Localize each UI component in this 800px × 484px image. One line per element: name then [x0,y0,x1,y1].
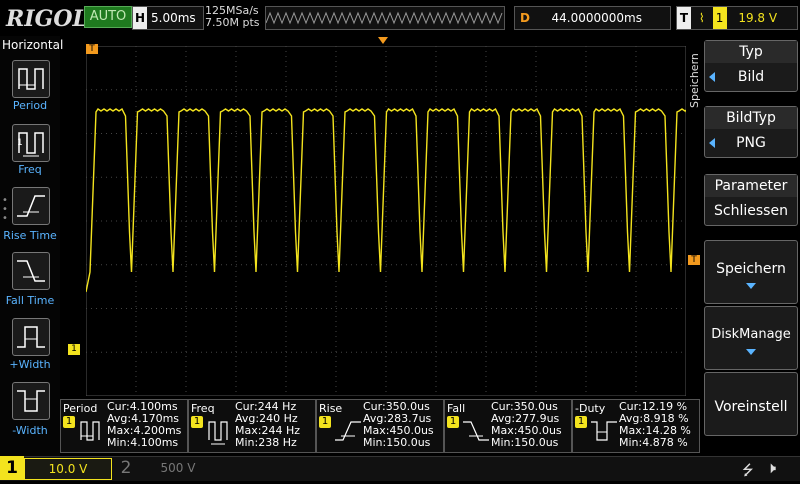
menu-side-label: Speichern [688,53,701,109]
delay-box[interactable]: D 44.0000000ms [514,6,671,30]
menu-page-dots: • • • [2,195,8,224]
delay-value: 44.0000000ms [551,11,642,25]
fall-time-button[interactable] [12,252,50,290]
svg-text:1: 1 [17,138,23,148]
trigger-box[interactable]: T ⌇ 1 19.8 V [676,6,798,30]
pos-width-icon [17,326,45,348]
speichern-label: Speichern [716,261,786,277]
diskmanage-softkey[interactable]: DiskManage [704,306,798,370]
ch1-ground-marker[interactable]: 1 [68,344,80,355]
period-icon [18,68,44,90]
acquisition-info: 125MSa/s 7.50M pts [205,5,260,29]
rise-time-icon [335,421,361,441]
bildtyp-value: PNG [736,135,766,151]
bildtyp-softkey[interactable]: BildTyp PNG [704,106,798,158]
period-label: Period [12,99,48,112]
memory-overview[interactable] [265,6,505,30]
rise-time-icon [17,195,45,217]
measurement-neg-duty[interactable]: -Duty 1 Cur:12.19 % Avg:8.918 % Max:14.28 … [572,399,700,453]
freq-icon: 1 [17,132,44,157]
measurement-name: Rise [319,402,343,415]
parameter-title: Parameter [705,175,797,197]
measurement-freq[interactable]: Freq 1 Cur:244 Hz Avg:240 Hz Max:244 Hz Min… [188,399,316,453]
timebase-box[interactable]: H 5.00ms [132,6,204,30]
pos-width-button[interactable] [12,318,50,356]
trigger-level-marker[interactable]: T [688,255,700,265]
meas-min: Min:4.100ms [107,436,179,449]
parameter-value: Schliessen [714,203,788,219]
waveform-grid[interactable] [86,46,686,396]
fall-time-icon [17,260,45,282]
neg-width-label: -Width [12,424,48,437]
period-button[interactable] [12,60,50,98]
memory-depth: 7.50M pts [205,16,260,29]
measurement-source: 1 [447,416,459,428]
usb-icon: ⭍ [742,463,754,479]
measurement-source: 1 [575,416,587,428]
measurement-rise[interactable]: Rise 1 Cur:350.0us Avg:283.7us Max:450.0us… [316,399,444,453]
chevron-down-icon [746,283,756,289]
freq-button[interactable]: 1 [12,124,50,162]
meas-min: Min:150.0us [491,436,559,449]
measurement-period[interactable]: Period 1 Cur:4.100ms Avg:4.170ms Max:4.200… [60,399,188,453]
ch1-number[interactable]: 1 [0,456,24,480]
timebase-label: H [133,7,147,29]
delay-label: D [520,11,530,25]
chevron-down-icon [746,349,756,355]
measurement-source: 1 [319,416,331,428]
ch2-number[interactable]: 2 [118,456,134,480]
period-icon [80,421,100,441]
typ-softkey[interactable]: Typ Bild [704,40,798,92]
rigol-logo: RIGOL [6,6,88,32]
left-panel-title: Horizontal [2,38,64,52]
trigger-label: T [677,7,691,29]
ch2-scale[interactable]: 500 V [138,458,218,478]
parameter-softkey[interactable]: Parameter Schliessen [704,174,798,226]
neg-duty-icon [591,421,617,441]
right-softkey-panel: Typ Bild BildTyp PNG Parameter Schliesse… [704,38,800,456]
trigger-position-marker[interactable]: T [86,44,98,54]
ch1-scale[interactable]: 10.0 V [24,458,112,480]
fall-time-label: Fall Time [5,294,55,307]
run-mode-badge[interactable]: AUTO [84,6,132,28]
memory-overview-waveform [265,11,503,25]
speaker-muted-icon[interactable]: 🕨 [766,458,776,478]
freq-label: Freq [18,163,42,176]
measurement-name: Freq [191,402,215,415]
measurement-source: 1 [63,416,75,428]
rise-time-button[interactable] [12,187,50,225]
measurement-name: Fall [447,402,466,415]
trigger-level: 19.8 V [738,11,778,25]
meas-min: Min:238 Hz [235,436,297,449]
measurement-fall[interactable]: Fall 1 Cur:350.0us Avg:277.9us Max:450.0us… [444,399,572,453]
typ-value: Bild [737,69,765,85]
measurement-name: Period [63,402,98,415]
meas-min: Min:150.0us [363,436,431,449]
measurement-source: 1 [191,416,203,428]
freq-icon [208,421,228,445]
rising-edge-icon: ⌇ [698,11,705,25]
bildtyp-title: BildTyp [705,107,797,129]
speichern-softkey[interactable]: Speichern [704,240,798,304]
measurement-name: -Duty [575,402,606,415]
voreinstell-softkey[interactable]: Voreinstell [704,372,798,436]
chevron-left-icon [709,72,715,82]
voreinstell-label: Voreinstell [714,399,788,415]
horizontal-trigger-arrow[interactable] [378,37,388,44]
diskmanage-label: DiskManage [711,327,791,342]
chevron-left-icon [709,138,715,148]
typ-title: Typ [705,41,797,63]
neg-width-button[interactable] [12,382,50,420]
pos-width-label: +Width [9,358,51,371]
fall-time-icon [463,421,489,441]
meas-min: Min:4.878 % [619,436,688,449]
neg-width-icon [17,390,45,412]
timebase-value: 5.00ms [151,11,196,25]
measurement-bar: Period 1 Cur:4.100ms Avg:4.170ms Max:4.200… [60,399,700,453]
rise-time-label: Rise Time [3,229,57,242]
trigger-source: 1 [712,7,727,29]
